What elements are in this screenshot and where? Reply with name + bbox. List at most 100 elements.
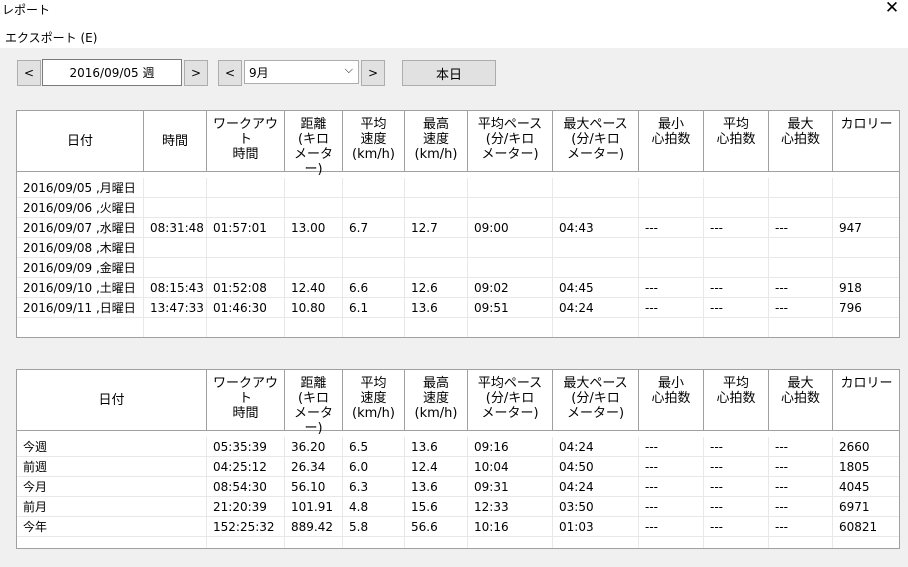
daily-table-cell — [468, 178, 553, 198]
daily-table-row[interactable]: 2016/09/09 ,金曜日 — [17, 258, 899, 278]
daily-table-row[interactable]: 2016/09/10 ,土曜日 08:15:43 01:52:08 12.40 6.6 1… — [17, 278, 899, 298]
summary-column-header[interactable]: 最大ペース (分/キロ メーター) — [553, 370, 639, 431]
summary-table-cell — [285, 537, 343, 548]
month-select[interactable]: 9月 ⌵ — [244, 60, 359, 84]
summary-table-cell: 889.42 — [285, 517, 343, 537]
daily-table-cell — [405, 318, 468, 337]
next-month-button[interactable]: > — [361, 60, 385, 86]
summary-table-cell — [769, 537, 833, 548]
summary-table[interactable]: 日付 ワークアウト 時間 距離 (キロ メーター) 平均 速度 (km/h) 最高 速度… — [16, 369, 900, 549]
summary-column-header[interactable]: 最大 心拍数 — [769, 370, 833, 431]
daily-column-header[interactable]: 平均 心拍数 — [704, 111, 769, 172]
daily-table-cell — [769, 238, 833, 258]
daily-table-cell: 796 — [833, 298, 899, 318]
daily-column-header[interactable]: 距離 (キロ メーター) — [285, 111, 343, 177]
summary-column-header[interactable]: 平均 速度 (km/h) — [343, 370, 405, 431]
daily-column-header[interactable]: 最小 心拍数 — [639, 111, 704, 172]
daily-table-row[interactable]: 2016/09/11 ,日曜日 13:47:33 01:46:30 10.80 6.1 1… — [17, 298, 899, 318]
close-icon[interactable]: ✕ — [882, 0, 902, 18]
daily-table-cell — [285, 258, 343, 278]
summary-table-row[interactable]: 今年 152:25:32 889.42 5.8 56.6 10:16 01:03 --- ---… — [17, 517, 899, 537]
summary-table-cell: 04:24 — [553, 477, 639, 497]
daily-table-cell — [639, 258, 704, 278]
daily-table-cell: 01:57:01 — [207, 218, 285, 238]
summary-column-header[interactable]: 最高 速度 (km/h) — [405, 370, 468, 431]
daily-table-cell — [144, 178, 207, 198]
daily-table-cell — [639, 238, 704, 258]
week-field[interactable]: 2016/09/05 週 — [42, 59, 182, 86]
daily-table-cell — [144, 198, 207, 218]
daily-column-header[interactable]: 日付 — [17, 111, 144, 172]
summary-table-cell: 4045 — [833, 477, 899, 497]
next-week-button[interactable]: > — [184, 60, 208, 86]
summary-table-row[interactable]: 今週 05:35:39 36.20 6.5 13.6 09:16 04:24 --- --- --… — [17, 437, 899, 457]
summary-table-cell: 03:50 — [553, 497, 639, 517]
daily-table-cell — [833, 258, 899, 278]
daily-column-header[interactable]: 最大 心拍数 — [769, 111, 833, 172]
daily-table-cell: --- — [769, 298, 833, 318]
daily-table-cell — [207, 258, 285, 278]
summary-table-cell: 01:03 — [553, 517, 639, 537]
daily-table-cell: 2016/09/05 ,月曜日 — [17, 178, 144, 198]
summary-table-cell — [704, 537, 769, 548]
summary-table-cell — [468, 537, 553, 548]
daily-table-cell — [639, 318, 704, 337]
daily-table-row[interactable] — [17, 318, 899, 337]
summary-column-header[interactable]: 平均 心拍数 — [704, 370, 769, 431]
daily-table-row[interactable]: 2016/09/05 ,月曜日 — [17, 178, 899, 198]
menu-export[interactable]: エクスポート (E) — [5, 29, 97, 46]
summary-column-header[interactable]: 最小 心拍数 — [639, 370, 704, 431]
summary-table-cell: --- — [704, 477, 769, 497]
daily-table-cell — [833, 238, 899, 258]
summary-table-row[interactable] — [17, 537, 899, 548]
summary-column-header[interactable]: 距離 (キロ メーター) — [285, 370, 343, 436]
daily-table-cell: 08:15:43 — [144, 278, 207, 298]
today-button[interactable]: 本日 — [402, 60, 496, 86]
daily-table-cell — [553, 318, 639, 337]
summary-column-header[interactable]: ワークアウト 時間 — [207, 370, 285, 431]
daily-table-cell: --- — [704, 298, 769, 318]
daily-column-header[interactable]: 時間 — [144, 111, 207, 172]
daily-table-cell — [285, 318, 343, 337]
daily-table-cell — [144, 258, 207, 278]
prev-week-button[interactable]: < — [17, 60, 41, 86]
daily-table-row[interactable]: 2016/09/07 ,水曜日 08:31:48 01:57:01 13.00 6.7 1… — [17, 218, 899, 238]
daily-table-cell — [769, 198, 833, 218]
daily-table-row[interactable]: 2016/09/08 ,木曜日 — [17, 238, 899, 258]
chevron-down-icon: ⌵ — [344, 63, 353, 76]
summary-table-row[interactable]: 前月 21:20:39 101.91 4.8 15.6 12:33 03:50 --- --- -… — [17, 497, 899, 517]
daily-table-cell — [144, 238, 207, 258]
summary-column-header[interactable]: カロリー — [833, 370, 899, 431]
daily-column-header[interactable]: 平均 速度 (km/h) — [343, 111, 405, 172]
daily-table-cell — [704, 238, 769, 258]
daily-table-cell — [468, 258, 553, 278]
daily-table-cell — [833, 318, 899, 337]
summary-table-row[interactable]: 今月 08:54:30 56.10 6.3 13.6 09:31 04:24 --- --- --… — [17, 477, 899, 497]
summary-table-cell — [405, 537, 468, 548]
daily-column-header[interactable]: 平均ペース (分/キロ メーター) — [468, 111, 553, 172]
daily-table-cell: 04:45 — [553, 278, 639, 298]
daily-column-header[interactable]: 最高 速度 (km/h) — [405, 111, 468, 172]
summary-table-cell: --- — [769, 477, 833, 497]
daily-table[interactable]: 日付 時間 ワークアウト 時間 距離 (キロ メーター) 平均 速度 (km/h) 最高 … — [16, 110, 900, 338]
daily-column-header[interactable]: 最大ペース (分/キロ メーター) — [553, 111, 639, 172]
daily-table-cell: --- — [639, 218, 704, 238]
daily-table-cell — [704, 198, 769, 218]
report-panel: < 2016/09/05 週 > < 9月 ⌵ > 本日 日付 時間 ワークアウト … — [0, 48, 908, 567]
daily-table-cell — [207, 238, 285, 258]
summary-table-cell — [833, 537, 899, 548]
summary-column-header[interactable]: 平均ペース (分/キロ メーター) — [468, 370, 553, 431]
summary-table-cell: 2660 — [833, 437, 899, 457]
summary-table-cell: 08:54:30 — [207, 477, 285, 497]
daily-table-row[interactable]: 2016/09/06 ,火曜日 — [17, 198, 899, 218]
daily-column-header[interactable]: カロリー — [833, 111, 899, 172]
daily-column-header[interactable]: ワークアウト 時間 — [207, 111, 285, 172]
prev-month-button[interactable]: < — [218, 60, 242, 86]
daily-table-cell — [639, 198, 704, 218]
daily-table-cell: 2016/09/07 ,水曜日 — [17, 218, 144, 238]
daily-table-cell — [207, 198, 285, 218]
summary-table-row[interactable]: 前週 04:25:12 26.34 6.0 12.4 10:04 04:50 --- --- --… — [17, 457, 899, 477]
daily-table-cell — [285, 238, 343, 258]
summary-column-header[interactable]: 日付 — [17, 370, 207, 431]
summary-table-cell: 56.10 — [285, 477, 343, 497]
